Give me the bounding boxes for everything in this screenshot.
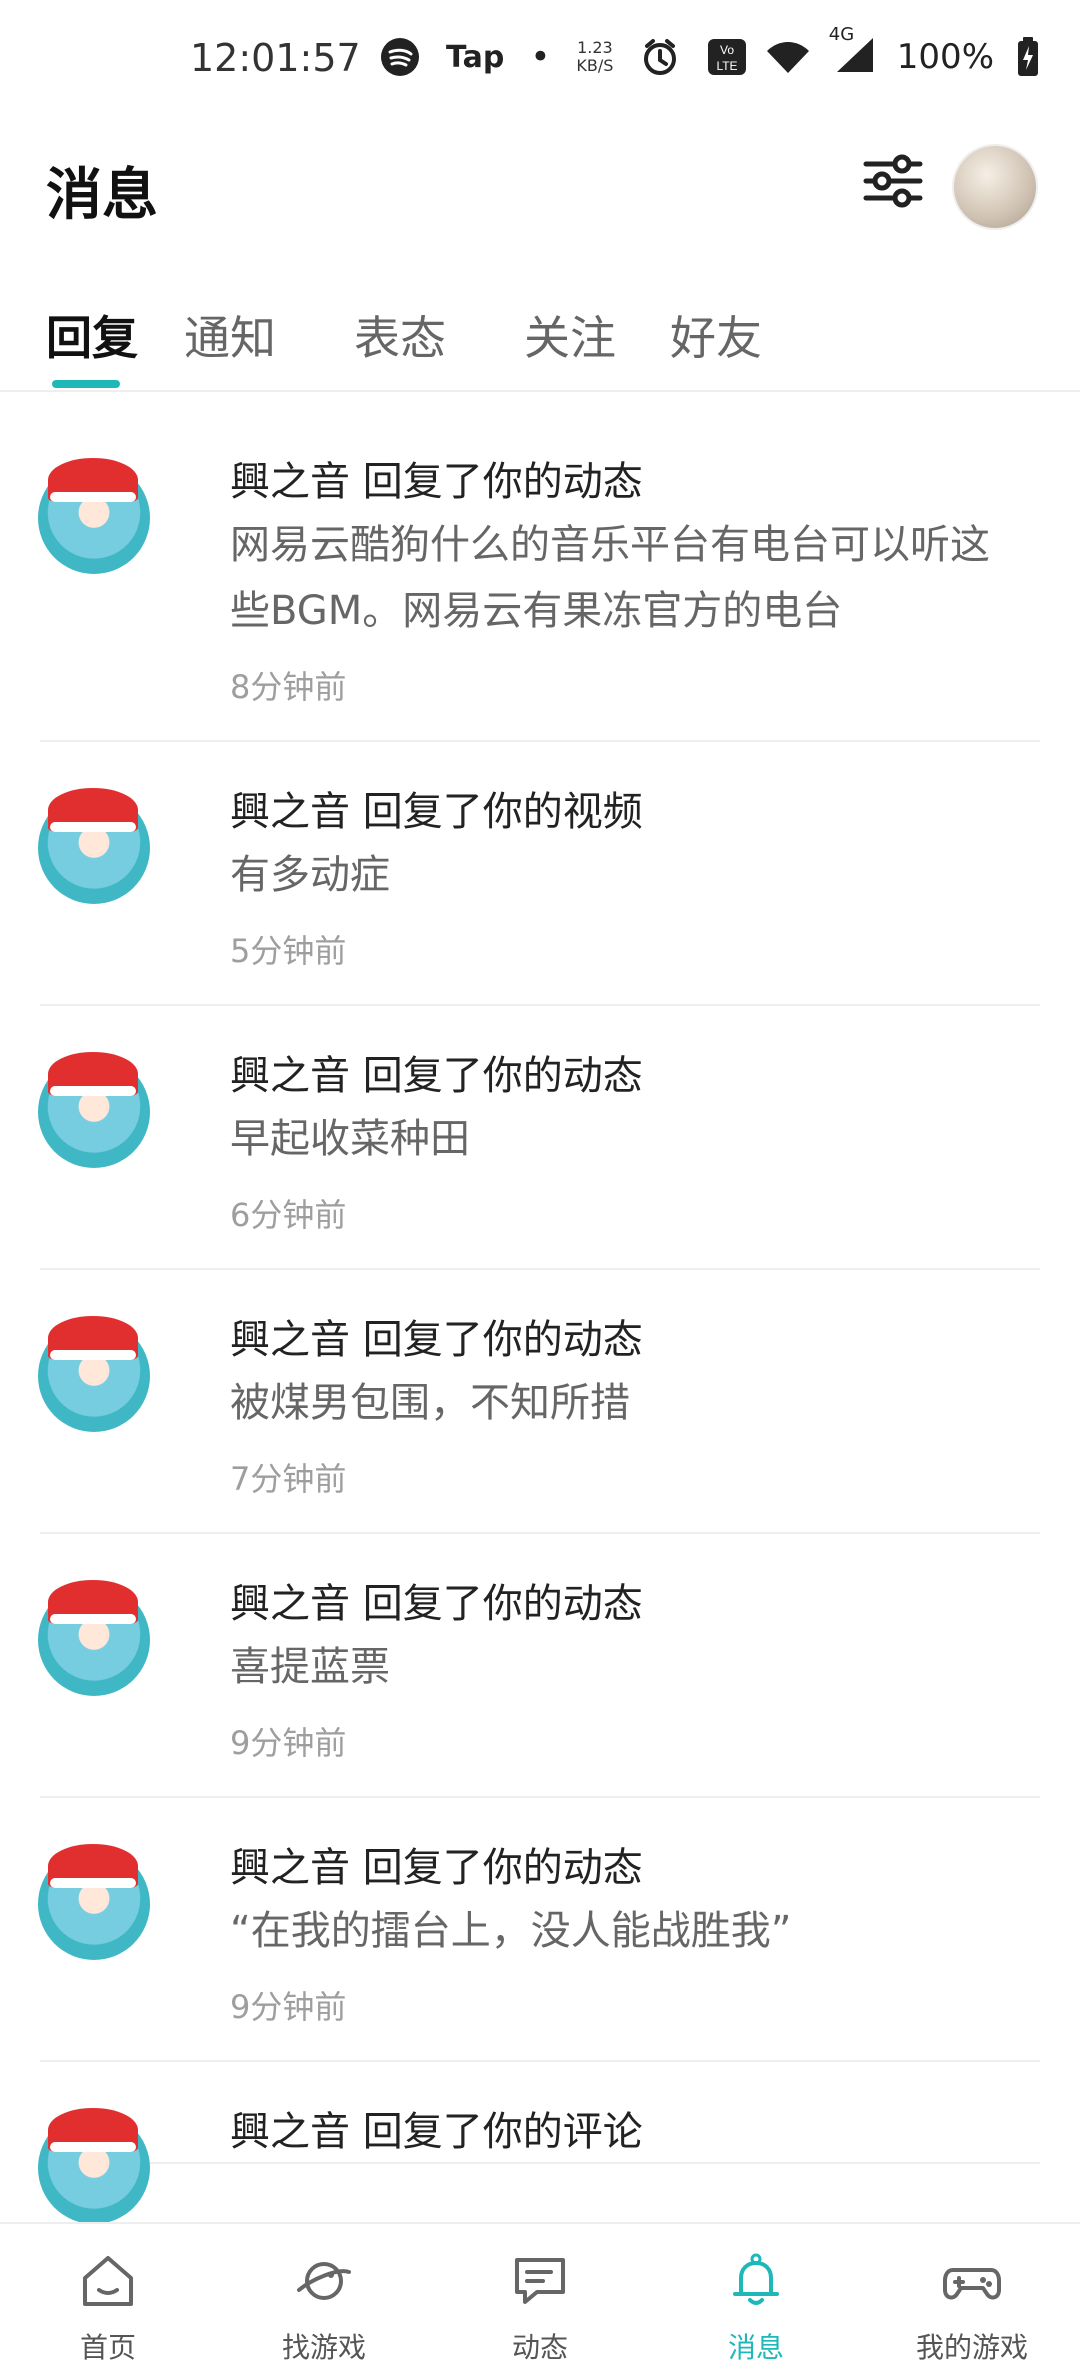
status-right-icons: 4G 100% [765,24,1040,78]
nav-feed-label: 动态 [511,2331,568,2364]
nav-find-games[interactable]: 找游戏 [216,2250,432,2366]
nav-my-games-label: 我的游戏 [915,2331,1028,2364]
net-speed-value: 1.23 [577,38,613,57]
list-item[interactable]: 興之音 回复了你的动态 喜提蓝票 9分钟前 [38,1534,1040,1798]
message-title: 興之音 回复了你的动态 [230,459,643,505]
message-time: 9分钟前 [230,1988,347,2026]
message-title: 興之音 回复了你的动态 [230,1581,643,1627]
message-time: 6分钟前 [230,1196,347,1234]
avatar[interactable] [38,1052,150,1168]
list-item[interactable]: 興之音 回复了你的动态 早起收菜种田 6分钟前 [38,1006,1040,1270]
message-title: 興之音 回复了你的评论 [230,2109,643,2155]
svg-text:LTE: LTE [717,59,738,73]
nav-feed[interactable]: 动态 [432,2250,648,2366]
status-left-icons: Tap • 1.23 KB/S Vo LTE [380,36,747,78]
message-content: 早起收菜种田 [230,1116,470,1162]
svg-text:Vo: Vo [720,43,734,57]
status-time: 12:01:57 [190,36,361,80]
nav-messages-label: 消息 [727,2331,784,2364]
message-time: 5分钟前 [230,932,347,970]
message-content: 有多动症 [230,852,390,898]
message-time: 9分钟前 [230,1724,347,1762]
avatar[interactable] [38,2108,150,2222]
tab-friends[interactable]: 好友 [670,302,762,368]
page-title: 消息 [46,163,158,228]
tap-icon: Tap [446,39,505,75]
avatar[interactable] [38,1844,150,1960]
tab-notice[interactable]: 通知 [184,302,276,368]
message-title: 興之音 回复了你的动态 [230,1053,643,1099]
avatar[interactable] [38,1316,150,1432]
list-item[interactable]: 興之音 回复了你的视频 有多动症 5分钟前 [38,742,1040,1006]
message-title: 興之音 回复了你的动态 [230,1845,643,1891]
tab-reaction[interactable]: 表态 [354,302,446,368]
message-time: 7分钟前 [230,1460,347,1498]
message-content: 喜提蓝票 [230,1644,390,1690]
list-item[interactable]: 興之音 回复了你的动态 “在我的擂台上，没人能战胜我” 9分钟前 [38,1798,1040,2062]
signal-text: 4G [828,24,855,45]
list-item[interactable]: 興之音 回复了你的动态 网易云酷狗什么的音乐平台有电台可以听这些BGM。网易云有… [38,412,1040,742]
net-speed-unit: KB/S [576,56,614,75]
tab-follow[interactable]: 关注 [524,302,616,368]
home-icon [83,2256,133,2306]
message-content: 网易云酷狗什么的音乐平台有电台可以听这些BGM。网易云有果冻官方的电台 [230,522,990,634]
volte-icon: Vo LTE [708,39,747,75]
avatar[interactable] [38,458,150,574]
message-content: 被煤男包围，不知所措 [230,1380,630,1426]
list-item[interactable]: 興之音 回复了你的评论 [38,2062,1040,2222]
avatar[interactable] [952,144,1038,230]
tab-reply[interactable]: 回复 [46,302,138,368]
alarm-icon [644,39,677,75]
avatar[interactable] [38,1580,150,1696]
net-speed: 1.23 KB/S [576,39,613,75]
nav-find-games-label: 找游戏 [281,2331,366,2364]
message-title: 興之音 回复了你的视频 [230,789,643,835]
gamepad-icon [943,2268,1001,2300]
nav-my-games[interactable]: 我的游戏 [864,2250,1080,2366]
message-content: “在我的擂台上，没人能战胜我” [230,1908,792,1954]
spotify-icon [381,38,419,76]
chat-icon [515,2258,565,2304]
bottom-nav: 首页 找游戏 动态 消息 我的游戏 [0,2222,1080,2378]
nav-home-label: 首页 [79,2331,136,2364]
nav-messages[interactable]: 消息 [648,2250,864,2366]
notification-dot: • [530,37,551,77]
battery-charging-icon [1018,37,1038,76]
cell-signal: 4G [829,24,875,78]
planet-icon [297,2262,351,2300]
nav-home[interactable]: 首页 [0,2250,216,2366]
message-title: 興之音 回复了你的动态 [230,1317,643,1363]
wifi-icon [766,42,809,73]
message-time: 8分钟前 [230,668,347,706]
active-tab-indicator [52,380,120,388]
status-bar: 12:01:57 Tap • 1.23 KB/S Vo LTE 4G 100% [0,0,1080,120]
filter-icon[interactable] [862,150,924,212]
battery-percent: 100% [896,37,994,77]
list-item[interactable]: 興之音 回复了你的动态 被煤男包围，不知所措 7分钟前 [38,1270,1040,1534]
message-list[interactable]: 興之音 回复了你的动态 网易云酷狗什么的音乐平台有电台可以听这些BGM。网易云有… [0,412,1080,2222]
bell-icon [733,2253,779,2305]
avatar[interactable] [38,788,150,904]
tabs: 回复 通知 表态 关注 好友 [0,280,1080,392]
